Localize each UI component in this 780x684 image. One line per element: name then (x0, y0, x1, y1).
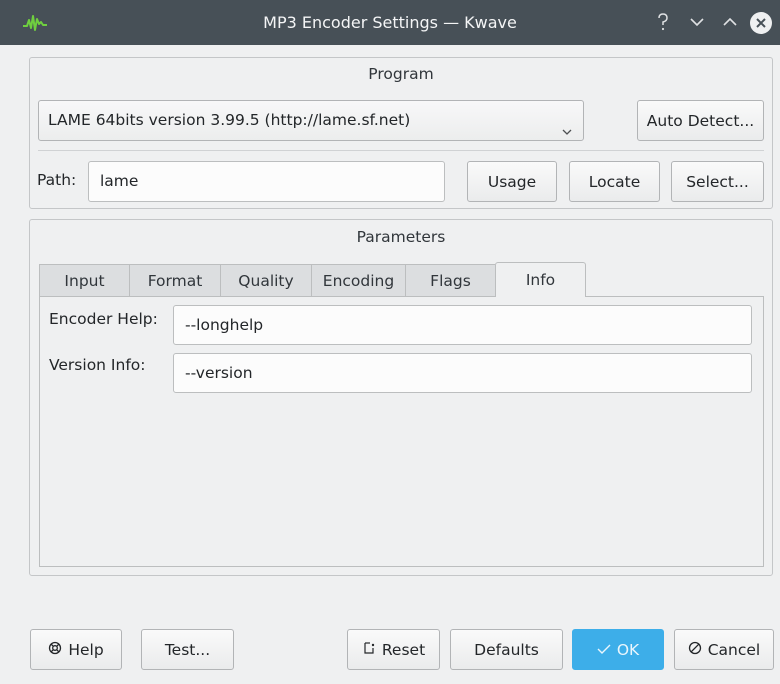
chevron-down-icon (561, 114, 573, 153)
minimize-icon[interactable] (684, 8, 710, 36)
reset-button[interactable]: Reset (347, 629, 440, 670)
version-info-label: Version Info: (49, 356, 146, 374)
usage-button[interactable]: Usage (467, 161, 557, 202)
reset-button-label: Reset (381, 640, 426, 659)
auto-detect-button[interactable]: Auto Detect... (637, 100, 764, 141)
test-button[interactable]: Test... (141, 629, 234, 670)
version-info-input[interactable]: --version (173, 353, 752, 393)
checkmark-icon (597, 641, 611, 659)
title-bar: MP3 Encoder Settings — Kwave (0, 0, 780, 45)
cancel-button-label: Cancel (707, 640, 761, 659)
program-separator (38, 150, 764, 151)
ok-button[interactable]: OK (572, 629, 664, 670)
tab-format[interactable]: Format (129, 264, 220, 297)
help-button-label: Help (68, 640, 104, 659)
locate-button[interactable]: Locate (569, 161, 660, 202)
cancel-button[interactable]: Cancel (674, 629, 774, 670)
parameters-tabbar: Input Format Quality Encoding Flags Info (39, 262, 586, 297)
tab-flags[interactable]: Flags (405, 264, 495, 297)
help-button[interactable]: Help (30, 629, 122, 670)
cancel-icon (688, 641, 702, 659)
encoder-help-input[interactable]: --longhelp (173, 305, 752, 345)
parameters-group-title: Parameters (356, 228, 446, 246)
close-icon[interactable] (748, 9, 774, 37)
help-icon[interactable] (650, 8, 676, 36)
defaults-button[interactable]: Defaults (450, 629, 563, 670)
program-combobox[interactable]: LAME 64bits version 3.99.5 (http://lame.… (38, 100, 584, 141)
tab-encoding[interactable]: Encoding (311, 264, 405, 297)
program-group-title: Program (368, 65, 434, 83)
reset-icon (362, 641, 376, 659)
ok-button-label: OK (616, 640, 640, 659)
tab-quality[interactable]: Quality (220, 264, 311, 297)
program-combobox-value: LAME 64bits version 3.99.5 (http://lame.… (48, 111, 411, 129)
maximize-icon[interactable] (717, 8, 743, 36)
tab-info[interactable]: Info (495, 262, 586, 297)
path-label: Path: (37, 171, 77, 189)
help-lifebuoy-icon (48, 641, 62, 659)
encoder-help-label: Encoder Help: (49, 310, 158, 328)
path-input[interactable]: lame (88, 161, 445, 202)
select-button[interactable]: Select... (671, 161, 764, 202)
tab-input[interactable]: Input (39, 264, 129, 297)
